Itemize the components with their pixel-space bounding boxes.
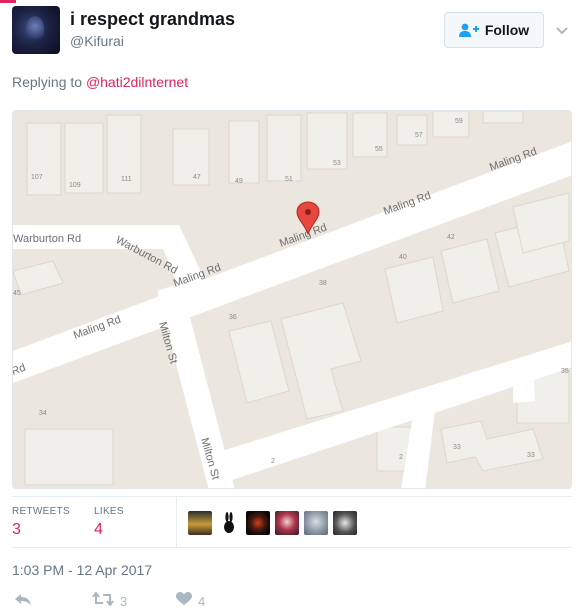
retweets-label: RETWEETS [12,506,70,517]
house-number: 111 [121,176,132,183]
house-number: 45 [13,290,21,297]
like-button[interactable]: 4 [176,592,205,611]
house-number: 2 [271,458,275,465]
house-number: 57 [415,132,423,139]
tweet-stats: RETWEETS 3 LIKES 4 [12,496,572,548]
tweet-timestamp[interactable]: 1:03 PM - 12 Apr 2017 [12,562,152,578]
tweet-header: i respect grandmas @Kifurai Follow [12,6,572,60]
house-number: 33 [527,452,535,459]
user-name[interactable]: i respect grandmas [70,9,235,30]
retweet-button[interactable]: 3 [92,591,128,611]
replying-prefix: Replying to [12,74,83,90]
house-number: 49 [235,178,243,185]
street-label: Warburton Rd [13,233,81,245]
house-number: 109 [69,182,81,189]
house-number: 55 [375,146,383,153]
retweets-stat[interactable]: RETWEETS 3 [12,506,70,539]
retweet-count: 3 [120,594,128,609]
liker-avatar[interactable] [333,511,357,535]
house-number: 51 [285,176,293,183]
liker-avatar[interactable] [246,511,270,535]
follow-button[interactable]: Follow [444,12,544,48]
likes-count: 4 [94,521,103,538]
follow-label: Follow [484,22,530,38]
house-number: 53 [333,160,341,167]
tweet-actions: 3 4 [12,591,312,612]
liker-avatar[interactable] [217,511,241,535]
retweet-icon [92,591,114,611]
avatar[interactable] [12,6,60,54]
likes-label: LIKES [94,506,124,517]
retweets-count: 3 [12,521,21,538]
house-number: 40 [399,254,407,261]
liker-avatar[interactable] [188,511,212,535]
top-accent-bar [0,0,16,3]
replying-to-line: Replying to @hati2dilnternet [12,74,188,90]
house-number: 107 [31,174,43,181]
liker-avatar[interactable] [304,511,328,535]
house-number: 34 [39,410,47,417]
user-handle[interactable]: @Kifurai [70,33,124,49]
stats-divider [176,497,177,548]
house-number: 47 [193,174,201,181]
follow-person-icon [458,23,479,37]
house-number: 2 [399,454,403,461]
house-number: 38 [319,280,327,287]
reply-icon [14,592,32,611]
liker-avatar[interactable] [275,511,299,535]
likes-stat[interactable]: LIKES 4 [94,506,124,539]
map-image[interactable]: Maling Rd Maling Rd Maling Rd Maling Rd … [12,110,572,489]
heart-icon [176,592,192,611]
house-number: 33 [453,444,461,451]
house-number: 35 [561,368,569,375]
house-number: 36 [229,314,237,321]
liker-avatars [188,511,357,535]
chevron-down-icon[interactable] [554,22,570,38]
house-number: 42 [447,234,455,241]
house-number: 59 [455,118,463,125]
replying-to-mention[interactable]: @hati2dilnternet [86,74,188,90]
like-count: 4 [198,594,206,609]
reply-button[interactable] [14,592,32,611]
